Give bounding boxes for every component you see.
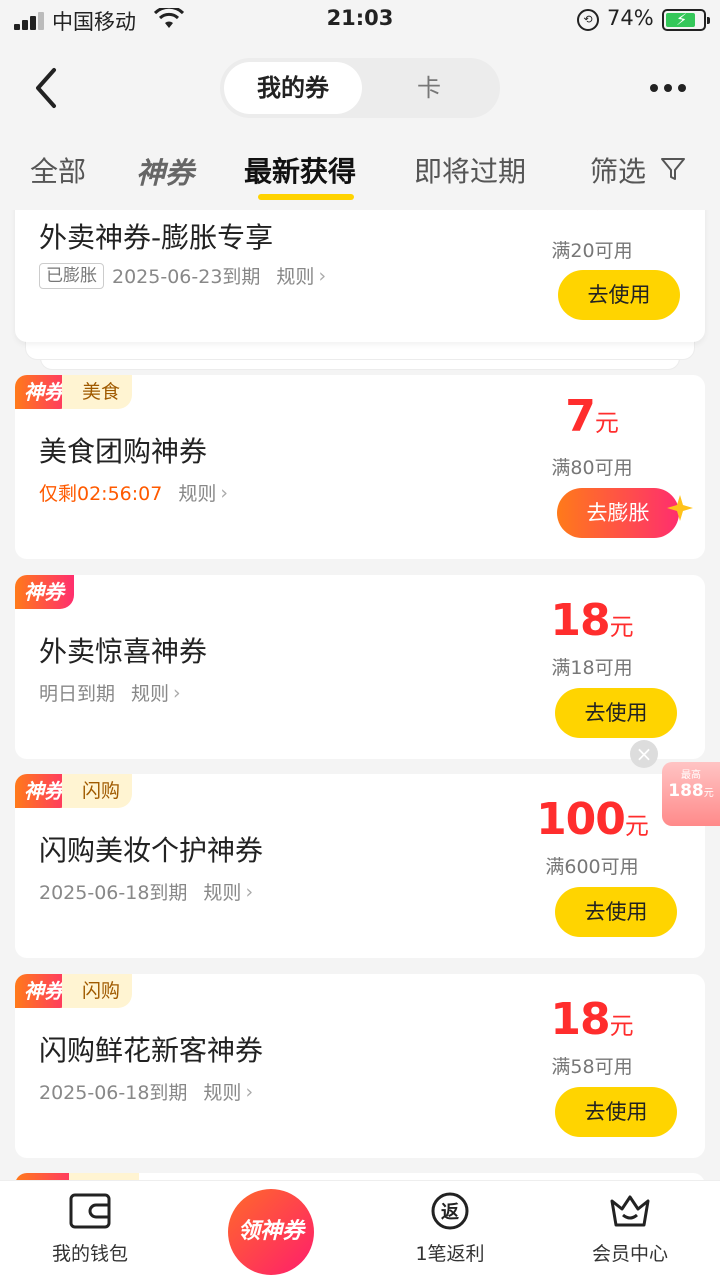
floating-coupon-ad[interactable]: 最高 188元 <box>662 762 720 826</box>
wallet-icon <box>69 1193 111 1229</box>
coupon-card[interactable]: 神券 美食 美食团购神券 仅剩02:56:07 规则 › 7元 满80可用 去膨… <box>15 375 705 559</box>
coupon-amount: 100元 <box>536 794 649 845</box>
segment-control: 我的券 卡 <box>220 58 500 118</box>
coupon-title: 外卖神券-膨胀专享 <box>39 221 274 254</box>
use-coupon-button[interactable]: 去使用 <box>555 887 677 937</box>
battery-percent: 74% <box>607 6 654 30</box>
get-shen-coupon-button[interactable]: 领神券 <box>228 1189 314 1275</box>
coupon-expiry: 2025-06-18到期 <box>39 882 188 904</box>
tab-filter[interactable]: 筛选 <box>590 150 646 190</box>
tab-all[interactable]: 全部 <box>30 150 86 190</box>
coupon-rule-link[interactable]: 规则 <box>203 1078 241 1105</box>
coupon-badge <box>15 1173 139 1180</box>
use-coupon-button[interactable]: 去使用 <box>555 688 677 738</box>
coupon-condition: 满58可用 <box>551 1056 633 1078</box>
coupon-title: 闪购美妆个护神券 <box>39 834 264 867</box>
use-coupon-button[interactable]: 去使用 <box>558 270 680 320</box>
coupon-rule-link[interactable]: 规则 <box>178 479 216 506</box>
more-options-icon[interactable] <box>650 84 690 94</box>
coupon-rule-link[interactable]: 规则 <box>131 679 169 706</box>
coupon-amount: 18元 <box>550 595 634 646</box>
coupon-card[interactable]: 外卖神券-膨胀专享 已膨胀 2025-06-23到期 规则 › 7元 满20可用… <box>15 210 705 342</box>
coupon-badge: 神券 <box>15 575 74 609</box>
coupon-condition: 满600可用 <box>545 856 639 878</box>
segment-cards[interactable]: 卡 <box>362 62 496 114</box>
coupon-condition: 满80可用 <box>551 457 633 479</box>
category-badge <box>69 1173 139 1180</box>
coupon-meta: 明日到期 规则 › <box>39 679 181 706</box>
coupon-badge: 神券 闪购 <box>15 774 133 808</box>
category-badge: 闪购 <box>62 974 133 1008</box>
coupon-title: 美食团购神券 <box>39 435 208 468</box>
coupon-meta: 已膨胀 2025-06-23到期 规则 › <box>39 262 326 289</box>
coupon-condition: 满18可用 <box>551 657 633 679</box>
filter-tabs: 全部 神券 最新获得 即将过期 筛选 <box>0 140 720 210</box>
coupon-list[interactable]: 外卖神券-膨胀专享 已膨胀 2025-06-23到期 规则 › 7元 满20可用… <box>0 210 720 1180</box>
coupon-expiry: 明日到期 <box>39 683 116 705</box>
coupon-badge: 神券 美食 <box>15 375 133 409</box>
inflate-coupon-button[interactable]: 去膨胀 <box>557 488 679 538</box>
rotation-lock-icon: ⟲ <box>577 9 599 31</box>
tab-newest[interactable]: 最新获得 <box>244 150 356 190</box>
chevron-right-icon: › <box>318 264 327 287</box>
bottom-nav: 我的钱包 领神券 返 1笔返利 会员中心 <box>0 1180 720 1280</box>
coupon-condition: 满20可用 <box>551 240 633 262</box>
coupon-amount: 7元 <box>565 391 619 442</box>
coupon-card[interactable]: 神券 闪购 闪购鲜花新客神券 2025-06-18到期 规则 › 18元 满58… <box>15 974 705 1158</box>
coupon-title: 外卖惊喜神券 <box>39 635 208 668</box>
nav-rebate[interactable]: 返 1笔返利 <box>375 1191 525 1266</box>
coupon-amount: 7元 <box>507 210 677 219</box>
coupon-title: 闪购鲜花新客神券 <box>39 1034 264 1067</box>
tab-shen-coupon[interactable]: 神券 <box>136 150 194 192</box>
chevron-right-icon: › <box>245 880 254 903</box>
filter-funnel-icon[interactable] <box>660 156 686 182</box>
category-badge: 闪购 <box>62 774 133 808</box>
crown-icon <box>610 1195 650 1227</box>
inflated-tag: 已膨胀 <box>39 262 104 289</box>
coupon-expiry: 2025-06-23到期 <box>112 266 261 288</box>
coupon-rule-link[interactable]: 规则 <box>276 262 314 289</box>
countdown-timer: 仅剩02:56:07 <box>39 483 163 505</box>
coupon-meta: 2025-06-18到期 规则 › <box>39 1078 253 1105</box>
coupon-rule-link[interactable]: 规则 <box>203 878 241 905</box>
status-bar: 中国移动 21:03 ⟲ 74% ⚡ <box>0 0 720 40</box>
category-badge: 美食 <box>62 375 133 409</box>
coupon-card[interactable]: 神券 闪购 闪购美妆个护神券 2025-06-18到期 规则 › 100元 满6… <box>15 774 705 958</box>
use-coupon-button[interactable]: 去使用 <box>555 1087 677 1137</box>
chevron-right-icon: › <box>220 481 228 504</box>
coupon-expiry: 2025-06-18到期 <box>39 1082 188 1104</box>
coupon-card[interactable] <box>15 1173 705 1180</box>
active-tab-indicator <box>258 194 354 200</box>
tab-expiring-soon[interactable]: 即将过期 <box>414 150 526 190</box>
coupon-amount: 18元 <box>550 994 634 1045</box>
rebate-icon: 返 <box>431 1192 469 1230</box>
back-arrow-icon[interactable] <box>28 64 68 112</box>
coupon-card[interactable]: 神券 外卖惊喜神券 明日到期 规则 › 18元 满18可用 去使用 <box>15 575 705 759</box>
chevron-right-icon: › <box>173 681 181 704</box>
chevron-right-icon: › <box>245 1080 254 1103</box>
nav-my-wallet[interactable]: 我的钱包 <box>15 1191 165 1266</box>
segment-my-coupons[interactable]: 我的券 <box>224 62 362 114</box>
shen-coupon-badge: 神券 <box>15 575 74 609</box>
close-float-ad-icon[interactable]: × <box>630 740 658 768</box>
stacked-card-shadow <box>25 340 695 360</box>
coupon-meta: 仅剩02:56:07 规则 › <box>39 479 228 506</box>
nav-member-center[interactable]: 会员中心 <box>555 1191 705 1266</box>
coupon-badge: 神券 闪购 <box>15 974 133 1008</box>
coupon-meta: 2025-06-18到期 规则 › <box>39 878 253 905</box>
sparkle-icon <box>667 495 693 521</box>
svg-text:返: 返 <box>441 1202 459 1223</box>
battery-icon: ⚡ <box>662 9 710 31</box>
